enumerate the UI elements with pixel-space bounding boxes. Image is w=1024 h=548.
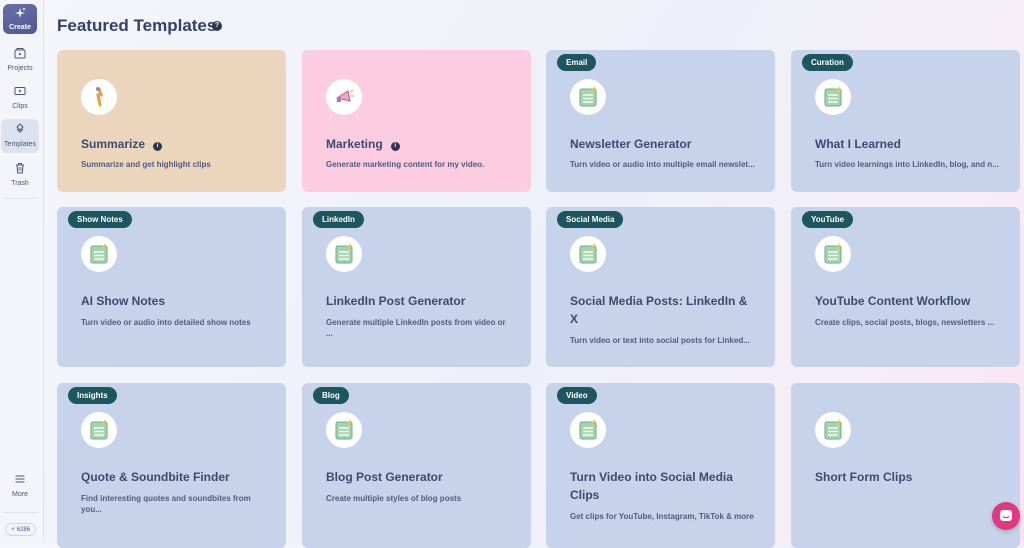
category-badge: Email <box>557 54 597 71</box>
create-label: Create <box>9 24 31 31</box>
category-badge: Social Media <box>557 211 624 228</box>
category-badge: Blog <box>313 387 349 404</box>
card-title: What I Learned <box>815 137 902 151</box>
template-card-what-i-learned[interactable]: Curation What I Learned Turn video learn… <box>791 50 1020 192</box>
sidebar-divider <box>4 198 38 199</box>
category-badge: Insights <box>68 387 117 404</box>
card-title: Social Media Posts: LinkedIn & X <box>570 294 748 326</box>
card-title: Marketing i <box>326 135 517 153</box>
template-card-show-notes[interactable]: Show Notes AI Show Notes Turn video or a… <box>57 207 286 367</box>
sidebar-item-projects[interactable]: Projects <box>1 43 39 77</box>
sidebar-item-trash[interactable]: Trash <box>1 158 39 192</box>
card-title: Summarize i <box>81 135 272 153</box>
template-doc-icon <box>326 236 362 272</box>
card-description: Turn video or text into social posts for… <box>570 336 750 345</box>
card-description: Summarize and get highlight clips <box>81 160 211 169</box>
template-card-summarize[interactable]: Summarize i Summarize and get highlight c… <box>57 50 286 192</box>
template-card-marketing[interactable]: Marketing i Generate marketing content fo… <box>302 50 531 192</box>
category-badge: LinkedIn <box>313 211 364 228</box>
template-card-blog-post[interactable]: Blog Blog Post Generator Create multiple… <box>302 383 531 548</box>
clips-icon <box>14 87 26 95</box>
help-icon[interactable]: ? <box>212 21 222 31</box>
credits-badge[interactable]: ⚡ 6286 <box>5 523 36 536</box>
card-description: Find interesting quotes and soundbites f… <box>81 494 251 514</box>
create-button[interactable]: Create <box>3 4 37 34</box>
page-title: Featured Templates <box>57 16 217 35</box>
card-description: Create multiple styles of blog posts <box>326 494 462 503</box>
card-description: Turn video learnings into LinkedIn, blog… <box>815 160 999 169</box>
card-title: Newsletter Generator <box>570 137 692 151</box>
info-icon[interactable]: i <box>153 142 163 151</box>
template-doc-icon <box>815 79 851 115</box>
card-title: Quote & Soundbite Finder <box>81 470 230 484</box>
template-card-social-media-posts[interactable]: Social Media Social Media Posts: LinkedI… <box>546 207 775 367</box>
template-doc-icon <box>570 236 606 272</box>
trash-icon <box>16 163 24 174</box>
sidebar-item-label: Projects <box>7 65 33 72</box>
sidebar-item-label: Clips <box>12 103 28 110</box>
category-badge: Show Notes <box>68 211 132 228</box>
template-card-video-to-social[interactable]: Video Turn Video into Social Media Clips… <box>546 383 775 548</box>
category-badge: YouTube <box>802 211 854 228</box>
summarize-icon <box>81 79 117 115</box>
template-card-short-form-clips[interactable]: Short Form Clips <box>791 383 1020 548</box>
sidebar-item-label: Trash <box>11 180 29 187</box>
sidebar-divider <box>4 512 38 513</box>
card-description: Create clips, social posts, blogs, newsl… <box>815 318 995 327</box>
card-title: Short Form Clips <box>815 470 913 484</box>
template-doc-icon <box>815 236 851 272</box>
info-icon[interactable]: i <box>390 142 400 151</box>
chat-support-button[interactable] <box>992 502 1020 530</box>
sidebar-item-clips[interactable]: Clips <box>1 81 39 115</box>
templates-icon <box>16 123 24 133</box>
category-badge: Curation <box>802 54 853 71</box>
template-doc-icon <box>570 79 606 115</box>
template-doc-icon <box>81 412 117 448</box>
card-title: Turn Video into Social Media Clips <box>570 470 733 502</box>
template-card-newsletter[interactable]: Email Newsletter Generator Turn video or… <box>546 50 775 192</box>
card-description: Generate marketing content for my video. <box>326 160 485 169</box>
sidebar-item-more[interactable]: More <box>1 469 39 503</box>
projects-icon <box>14 48 26 59</box>
card-title: AI Show Notes <box>81 294 166 308</box>
template-card-linkedin-post[interactable]: LinkedIn LinkedIn Post Generator Generat… <box>302 207 531 367</box>
card-title: Blog Post Generator <box>326 470 443 484</box>
megaphone-icon <box>326 79 362 115</box>
template-doc-icon <box>81 236 117 272</box>
sidebar: Create Projects Clips Templates Trash Mo… <box>0 0 44 543</box>
template-doc-icon <box>570 412 606 448</box>
card-description: Generate multiple LinkedIn posts from vi… <box>326 318 506 338</box>
card-description: Turn video or audio into detailed show n… <box>81 318 251 327</box>
template-card-youtube-workflow[interactable]: YouTube YouTube Content Workflow Create … <box>791 207 1020 367</box>
category-badge: Video <box>557 387 597 404</box>
sidebar-item-label: More <box>12 491 28 498</box>
sidebar-item-templates[interactable]: Templates <box>1 119 39 153</box>
chat-icon <box>1000 510 1012 521</box>
menu-icon <box>15 475 25 483</box>
sidebar-item-label: Templates <box>4 141 36 148</box>
card-title: YouTube Content Workflow <box>815 294 971 308</box>
card-title: LinkedIn Post Generator <box>326 294 466 308</box>
template-doc-icon <box>815 412 851 448</box>
template-card-quote-finder[interactable]: Insights Quote & Soundbite Finder Find i… <box>57 383 286 548</box>
card-description: Turn video or audio into multiple email … <box>570 160 755 169</box>
card-description: Get clips for YouTube, Instagram, TikTok… <box>570 512 754 521</box>
template-doc-icon <box>326 412 362 448</box>
sparkle-icon <box>15 8 25 18</box>
